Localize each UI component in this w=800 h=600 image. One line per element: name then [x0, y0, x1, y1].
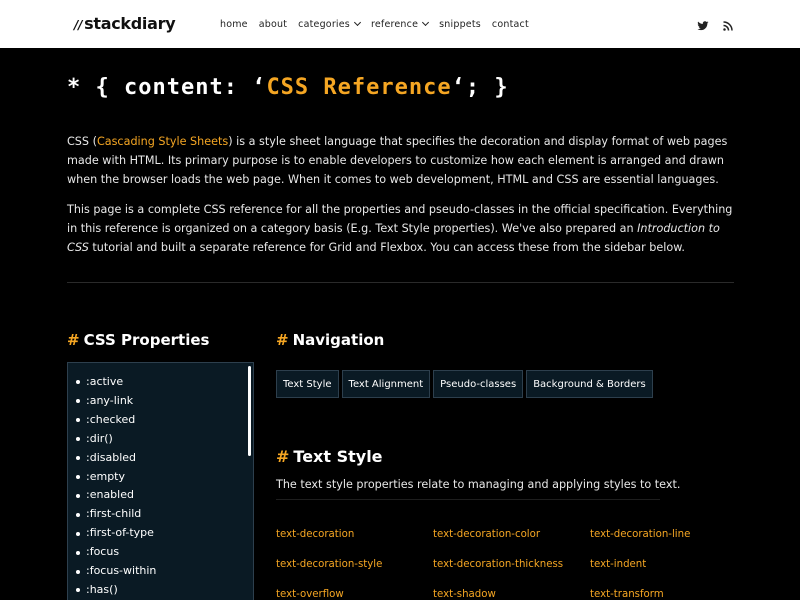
- site-header: //stackdiary home about categories refer…: [0, 0, 800, 48]
- pill-text-style[interactable]: Text Style: [276, 370, 339, 398]
- nav-categories-label: categories: [298, 18, 350, 30]
- pill-background-borders[interactable]: Background & Borders: [526, 370, 653, 398]
- list-item[interactable]: :first-of-type: [76, 524, 253, 543]
- property-link[interactable]: text-transform: [590, 585, 747, 600]
- cascading-style-sheets-link[interactable]: Cascading Style Sheets: [97, 135, 228, 148]
- chevron-down-icon: [422, 18, 430, 27]
- title-suffix: ‘; }: [451, 75, 509, 100]
- text-style-divider: [276, 499, 660, 500]
- nav-categories[interactable]: categories: [298, 18, 361, 30]
- rss-icon[interactable]: [722, 17, 736, 31]
- title-accent: CSS Reference: [266, 75, 452, 100]
- text-style-heading-label: Text Style: [293, 447, 383, 466]
- nav-contact-label: contact: [491, 18, 529, 30]
- list-item[interactable]: :enabled: [76, 486, 253, 505]
- list-item[interactable]: :has(): [76, 581, 253, 600]
- logo-slashes: //: [74, 18, 83, 32]
- intro-text: CSS (: [67, 135, 97, 148]
- hash-symbol: #: [276, 447, 290, 466]
- property-link[interactable]: text-overflow: [276, 585, 433, 600]
- css-properties-heading: # CSS Properties: [67, 331, 209, 349]
- hash-symbol: #: [276, 331, 289, 349]
- nav-reference-label: reference: [370, 18, 419, 30]
- pill-pseudo-classes[interactable]: Pseudo-classes: [433, 370, 524, 398]
- property-link[interactable]: text-decoration-thickness: [433, 555, 590, 575]
- list-item[interactable]: :dir(): [76, 430, 253, 449]
- logo-text: stackdiary: [84, 14, 176, 33]
- list-item[interactable]: :checked: [76, 411, 253, 430]
- text-style-description: The text style properties relate to mana…: [276, 478, 681, 491]
- intro-paragraph-1: CSS (Cascading Style Sheets) is a style …: [67, 132, 737, 189]
- list-item[interactable]: :disabled: [76, 449, 253, 468]
- nav-reference[interactable]: reference: [370, 18, 430, 30]
- nav-snippets[interactable]: snippets: [439, 19, 481, 30]
- intro-text: tutorial and built a separate reference …: [88, 241, 685, 254]
- page-title: * { content: ‘CSS Reference‘; }: [67, 75, 509, 100]
- nav-snippets-label: snippets: [439, 18, 481, 30]
- text-style-links: text-decoration text-decoration-color te…: [276, 525, 756, 600]
- list-item[interactable]: :any-link: [76, 392, 253, 411]
- property-link[interactable]: text-decoration-line: [590, 525, 747, 545]
- nav-about-label: about: [258, 18, 288, 30]
- property-link[interactable]: text-indent: [590, 555, 747, 575]
- list-item[interactable]: :focus-within: [76, 562, 253, 581]
- nav-home[interactable]: home: [220, 19, 248, 30]
- property-link[interactable]: text-decoration-color: [433, 525, 590, 545]
- navigation-pills: Text Style Text Alignment Pseudo-classes…: [276, 370, 653, 398]
- list-item[interactable]: :first-child: [76, 505, 253, 524]
- twitter-icon[interactable]: [697, 17, 711, 31]
- hash-symbol: #: [67, 331, 80, 349]
- property-link[interactable]: text-shadow: [433, 585, 590, 600]
- title-prefix: * { content: ‘: [67, 75, 267, 100]
- pill-text-alignment[interactable]: Text Alignment: [341, 370, 431, 398]
- css-properties-list[interactable]: :active :any-link :checked :dir() :disab…: [67, 362, 254, 600]
- property-link[interactable]: text-decoration: [276, 525, 433, 545]
- css-properties-heading-label: CSS Properties: [83, 331, 210, 349]
- list-item[interactable]: :empty: [76, 468, 253, 487]
- list-item[interactable]: :active: [76, 373, 253, 392]
- intro-paragraph-2: This page is a complete CSS reference fo…: [67, 200, 737, 257]
- nav-home-label: home: [220, 18, 248, 30]
- navigation-heading: # Navigation: [276, 331, 384, 349]
- navigation-heading-label: Navigation: [292, 331, 385, 349]
- site-logo[interactable]: //stackdiary: [74, 14, 176, 33]
- section-divider: [67, 282, 734, 283]
- nav-contact[interactable]: contact: [492, 19, 529, 30]
- property-link[interactable]: text-decoration-style: [276, 555, 433, 575]
- scrollbar[interactable]: [248, 366, 251, 456]
- intro-text: This page is a complete CSS reference fo…: [67, 203, 733, 235]
- text-style-heading: # Text Style: [276, 447, 383, 466]
- main-nav: home about categories reference snippets…: [220, 0, 529, 48]
- chevron-down-icon: [353, 18, 361, 27]
- nav-about[interactable]: about: [259, 19, 287, 30]
- list-item[interactable]: :focus: [76, 543, 253, 562]
